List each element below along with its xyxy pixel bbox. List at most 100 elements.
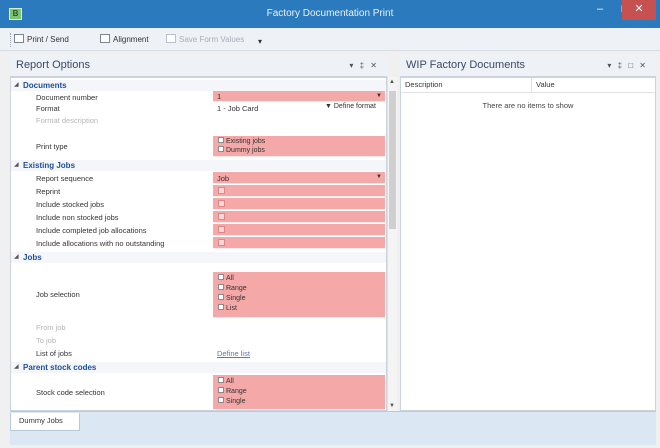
empty-list-message: There are no items to show [482, 101, 574, 110]
column-header-value[interactable]: Value [532, 78, 655, 93]
option-label: Range [226, 285, 247, 292]
include-completed-allocations-label: Include completed job allocations [36, 226, 147, 235]
report-options-pane-controls[interactable]: ▾ ‡ ✕ [349, 61, 379, 70]
report-sequence-label: Report sequence [36, 174, 94, 183]
scrollbar-thumb[interactable] [389, 91, 396, 229]
chevron-down-icon[interactable]: ▼ [376, 93, 382, 99]
row-format: Format 1 - Job Card ▼ Define format [11, 102, 386, 114]
option-label: Single [226, 398, 246, 405]
checkbox-icon[interactable] [218, 137, 224, 143]
tab-dummy-jobs[interactable]: Dummy Jobs [10, 413, 80, 431]
collapse-icon[interactable]: ◢ [14, 81, 19, 88]
reprint-checkbox[interactable] [218, 187, 225, 194]
minimize-button[interactable]: – [586, 0, 614, 20]
job-selection-option-single[interactable]: Single [218, 294, 245, 302]
collapse-icon[interactable]: ◢ [14, 253, 19, 260]
close-button[interactable]: ✕ [622, 0, 656, 20]
stock-code-option-range[interactable]: Range [218, 387, 247, 395]
report-sequence-value: Job [217, 174, 230, 183]
stock-code-option-all[interactable]: All [218, 377, 234, 385]
toolbar: Print / Send Alignment Save Form Values … [0, 28, 660, 51]
include-allocations-no-outstanding-label: Include allocations with no outstanding [36, 239, 165, 248]
collapse-icon[interactable]: ◢ [14, 161, 19, 168]
list-of-jobs-label: List of jobs [36, 349, 72, 358]
wip-documents-header: WIP Factory Documents ▾ ‡ □ ✕ [400, 55, 656, 77]
toolbar-overflow-icon[interactable]: ▾ [258, 37, 262, 46]
document-number-value: 1 [217, 92, 222, 101]
print-type-label: Print type [36, 142, 68, 151]
document-number-label: Document number [36, 93, 98, 102]
section-existing-jobs[interactable]: ◢ Existing Jobs [11, 160, 386, 171]
job-selection-option-list[interactable]: List [218, 304, 237, 312]
column-header-description[interactable]: Description [401, 78, 532, 93]
report-options-grid: ◢ Documents Document number 1 ▼ Format 1… [10, 77, 387, 411]
include-non-stocked-jobs-checkbox[interactable] [218, 213, 225, 220]
define-format-label: Define format [333, 103, 376, 110]
document-number-dropdown[interactable]: 1 ▼ [213, 91, 385, 102]
stock-code-selection-label: Stock code selection [36, 388, 105, 397]
to-job-label: To job [36, 336, 57, 345]
define-list-link[interactable]: Define list [217, 349, 250, 358]
scroll-up-icon[interactable]: ▲ [389, 79, 395, 85]
save-form-values-button[interactable]: Save Form Values [166, 34, 244, 46]
row-from-job: From job [11, 321, 386, 332]
bottom-tab-strip: Dummy Jobs [10, 411, 656, 445]
scroll-down-icon[interactable]: ▼ [389, 403, 395, 409]
collapse-icon[interactable]: ◢ [14, 363, 19, 370]
job-selection-option-range[interactable]: Range [218, 284, 247, 292]
row-include-allocations-no-outstanding: Include allocations with no outstanding [11, 237, 386, 249]
stock-code-selection-options[interactable]: All Range Single [213, 375, 385, 410]
include-allocations-no-outstanding-field [213, 237, 385, 249]
chevron-down-icon[interactable]: ▼ [376, 174, 382, 180]
alignment-button[interactable]: Alignment [100, 34, 149, 46]
alignment-label: Alignment [113, 35, 149, 44]
checkbox-icon[interactable] [218, 146, 224, 152]
report-sequence-dropdown[interactable]: Job ▼ [213, 172, 385, 184]
job-selection-label: Job selection [36, 290, 80, 299]
option-label: Range [226, 388, 247, 395]
checkbox-icon[interactable] [218, 377, 224, 383]
option-label: Existing jobs [226, 138, 266, 145]
checkbox-icon[interactable] [218, 387, 224, 393]
row-include-non-stocked-jobs: Include non stocked jobs [11, 211, 386, 223]
section-jobs[interactable]: ◢ Jobs [11, 252, 386, 263]
print-type-options[interactable]: Existing jobs Dummy jobs [213, 136, 385, 157]
define-format-button[interactable]: ▼ Define format [325, 103, 376, 110]
option-label: Dummy jobs [226, 147, 265, 154]
include-stocked-jobs-checkbox[interactable] [218, 200, 225, 207]
print-type-option-dummy[interactable]: Dummy jobs [218, 146, 265, 154]
include-allocations-no-outstanding-checkbox[interactable] [218, 239, 225, 246]
checkbox-icon[interactable] [218, 284, 224, 290]
print-send-button[interactable]: Print / Send [14, 34, 69, 46]
checkbox-icon[interactable] [218, 304, 224, 310]
save-form-values-label: Save Form Values [179, 35, 245, 44]
row-to-job: To job [11, 334, 386, 345]
report-options-scrollbar[interactable]: ▲ ▼ [387, 77, 397, 411]
toolbar-grip [10, 33, 12, 47]
section-parent-stock-codes[interactable]: ◢ Parent stock codes [11, 362, 386, 373]
job-selection-options[interactable]: All Range Single List [213, 272, 385, 318]
row-report-sequence: Report sequence Job ▼ [11, 172, 386, 184]
job-selection-option-all[interactable]: All [218, 274, 234, 282]
include-completed-allocations-checkbox[interactable] [218, 226, 225, 233]
wip-documents-title: WIP Factory Documents [406, 59, 525, 71]
checkbox-icon[interactable] [218, 397, 224, 403]
section-label: Documents [23, 81, 67, 90]
list-of-jobs-field: Define list [213, 347, 385, 359]
wip-pane-controls[interactable]: ▾ ‡ □ ✕ [607, 61, 648, 70]
section-documents[interactable]: ◢ Documents [11, 80, 386, 91]
checkbox-icon[interactable] [218, 274, 224, 280]
row-reprint: Reprint [11, 185, 386, 197]
option-label: List [226, 305, 237, 312]
row-list-of-jobs: List of jobs Define list [11, 347, 386, 359]
row-stock-code-selection: Stock code selection All Range Single [11, 375, 386, 410]
print-type-option-existing[interactable]: Existing jobs [218, 137, 265, 145]
include-non-stocked-jobs-field [213, 211, 385, 223]
option-label: All [226, 378, 234, 385]
format-field[interactable]: 1 - Job Card ▼ Define format [213, 102, 385, 114]
stock-code-option-single[interactable]: Single [218, 397, 245, 405]
format-value: 1 - Job Card [217, 104, 259, 113]
checkbox-icon[interactable] [218, 294, 224, 300]
include-non-stocked-jobs-label: Include non stocked jobs [36, 213, 119, 222]
include-stocked-jobs-label: Include stocked jobs [36, 200, 104, 209]
